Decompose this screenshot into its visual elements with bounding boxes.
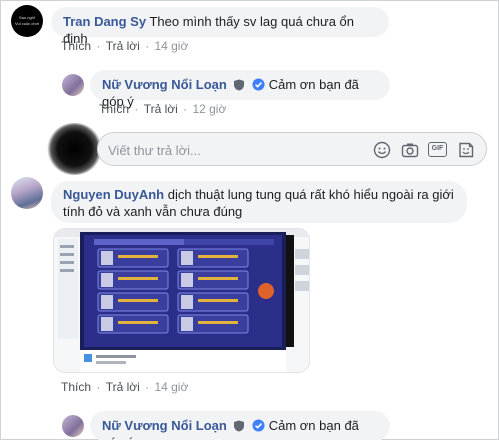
comment-actions: Thích · Trả lời · 14 giờ: [61, 380, 189, 394]
shield-icon: [234, 79, 245, 91]
avatar[interactable]: Sao nghĩ Vui cuộc chơi: [11, 5, 43, 37]
avatar[interactable]: [11, 177, 43, 209]
comment-author[interactable]: Tran Dang Sy: [63, 14, 146, 29]
verified-icon: [252, 419, 265, 432]
verified-icon: [252, 78, 265, 91]
comment-bubble: Tran Dang Sy Theo mình thấy sv lag quá c…: [51, 7, 389, 46]
avatar[interactable]: [62, 415, 84, 437]
reply-input[interactable]: [108, 140, 358, 160]
comment-author[interactable]: Nguyen DuyAnh: [63, 187, 164, 202]
attached-photo[interactable]: [53, 228, 310, 373]
comment-actions: Thích · Trả lời · 14 giờ: [61, 39, 189, 53]
avatar: [47, 123, 102, 175]
comment-bubble: Nữ Vương Nổi Loạn Cảm ơn bạn đã góp ý: [90, 70, 390, 109]
avatar-text-line: Sao nghĩ: [18, 15, 35, 20]
sticker-icon[interactable]: [457, 141, 475, 159]
reply-link[interactable]: Trả lời: [106, 39, 140, 53]
gif-icon[interactable]: GIF: [428, 142, 447, 157]
like-link[interactable]: Thích: [61, 39, 91, 53]
like-link[interactable]: Thích: [61, 380, 91, 394]
emoji-icon[interactable]: [373, 141, 391, 159]
timestamp[interactable]: 14 giờ: [154, 380, 188, 394]
camera-icon[interactable]: [401, 141, 419, 159]
reply-link[interactable]: Trả lời: [144, 102, 178, 116]
shield-icon: [234, 420, 245, 432]
timestamp[interactable]: 12 giờ: [192, 102, 226, 116]
comment-bubble: Nguyen DuyAnh dịch thuật lung tung quá r…: [51, 181, 467, 223]
comment-author[interactable]: Nữ Vương Nổi Loạn: [102, 418, 227, 433]
comment-bubble: Nữ Vương Nổi Loạn Cảm ơn bạn đã góp ý: [90, 411, 390, 440]
avatar[interactable]: [62, 74, 84, 96]
avatar-text-line: Vui cuộc chơi: [14, 21, 40, 26]
reply-box: GIF: [97, 132, 487, 166]
comment-author[interactable]: Nữ Vương Nổi Loạn: [102, 77, 227, 92]
like-link[interactable]: Thích: [99, 102, 129, 116]
reply-link[interactable]: Trả lời: [106, 380, 140, 394]
attached-photo-image: [54, 229, 309, 372]
gif-label: GIF: [431, 145, 444, 152]
timestamp[interactable]: 14 giờ: [154, 39, 188, 53]
comment-actions: Thích · Trả lời · 12 giờ: [99, 102, 227, 116]
